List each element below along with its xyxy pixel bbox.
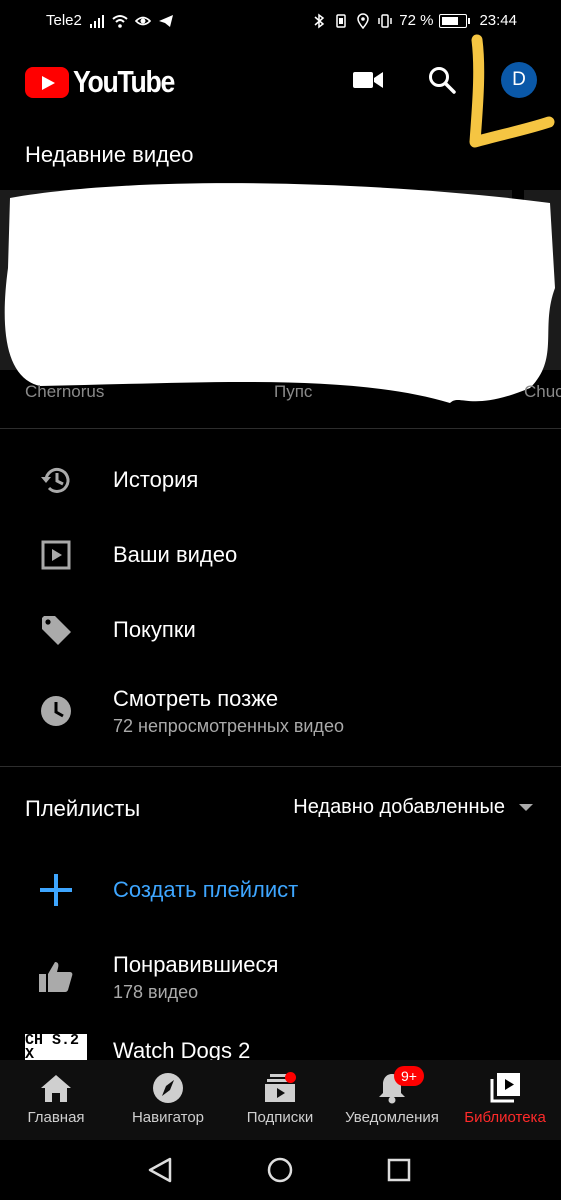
system-navigation-bar (0, 1140, 561, 1200)
nav-library[interactable]: Библиотека (449, 1060, 561, 1140)
menu-item-history[interactable]: История (0, 445, 561, 515)
tag-icon (38, 612, 74, 648)
nav-home[interactable]: Главная (0, 1060, 112, 1140)
menu-label: Смотреть позже (113, 685, 279, 711)
youtube-play-icon (25, 66, 69, 98)
menu-item-purchases[interactable]: Покупки (0, 595, 561, 665)
clock-icon (38, 693, 74, 729)
bell-icon: 9+ (374, 1066, 424, 1104)
playlist-count: 178 видео (113, 981, 199, 1002)
nav-notifications[interactable]: 9+ Уведомления (336, 1060, 448, 1140)
vibrate-mode-icon (378, 13, 392, 28)
create-playlist-label: Создать плейлист (113, 877, 299, 902)
back-triangle-icon (148, 1157, 172, 1183)
home-icon (38, 1072, 74, 1104)
recents-square-icon (387, 1158, 411, 1182)
playlist-sort-dropdown[interactable]: Недавно добавленные (293, 796, 533, 819)
home-system-button[interactable] (264, 1154, 296, 1186)
vibrate-icon (336, 13, 346, 28)
plus-icon (38, 872, 74, 908)
library-icon (487, 1072, 523, 1104)
bottom-navigation: Главная Навигатор Подписки 9+ Уведомлени… (0, 1060, 561, 1140)
nav-explore[interactable]: Навигатор (112, 1060, 224, 1140)
video-camera-icon (353, 72, 383, 88)
recent-channel-name: Chuc (524, 382, 561, 401)
nav-label: Главная (27, 1109, 85, 1126)
playlist-label: Понравившиеся (113, 951, 279, 977)
menu-sublabel: 72 непросмотренных видео (113, 715, 344, 736)
playlists-title: Плейлисты (25, 796, 141, 821)
subscriptions-icon (262, 1072, 298, 1104)
recent-channel-name: Chernorus (25, 382, 105, 401)
recent-channel-name: Пупс (274, 382, 313, 401)
battery-percent: 72 % (399, 12, 434, 29)
clock-time: 23:44 (479, 12, 517, 29)
telegram-icon (158, 14, 173, 27)
menu-label: Ваши видео (113, 542, 238, 567)
menu-label: Покупки (113, 617, 196, 642)
youtube-logo[interactable]: YouTube (25, 64, 191, 100)
playlist-thumbnail-text: CH S.2 X (25, 1034, 80, 1063)
sort-label: Недавно добавленные (293, 796, 505, 818)
history-icon (38, 462, 74, 498)
search-icon (429, 67, 456, 94)
compass-icon (150, 1072, 186, 1104)
location-icon (357, 12, 370, 29)
eye-icon (134, 16, 151, 25)
menu-label: История (113, 467, 199, 492)
create-playlist-button[interactable]: Создать плейлист (0, 855, 561, 925)
notification-badge: 9+ (394, 1066, 424, 1086)
divider (0, 428, 561, 429)
carrier-label: Tele2 (46, 12, 82, 29)
new-content-dot (285, 1072, 296, 1083)
signal-icon (89, 14, 104, 28)
battery-icon (439, 13, 471, 28)
wifi-icon (112, 14, 128, 28)
your-videos-icon (38, 537, 74, 573)
playlist-liked[interactable]: Понравившиеся 178 видео (0, 942, 561, 1012)
recent-videos-strip[interactable]: Chernorus Пупс Chuc (0, 178, 561, 418)
menu-item-your-videos[interactable]: Ваши видео (0, 520, 561, 590)
nav-label: Подписки (246, 1109, 314, 1126)
nav-label: Уведомления (345, 1109, 439, 1126)
annotation-mark (469, 34, 555, 148)
search-button[interactable] (424, 62, 460, 98)
nav-subscriptions[interactable]: Подписки (224, 1060, 336, 1140)
camera-button[interactable] (350, 62, 386, 98)
nav-label: Навигатор (131, 1109, 205, 1126)
thumbs-up-icon (38, 959, 74, 995)
divider (0, 766, 561, 767)
bluetooth-icon (314, 13, 325, 28)
recents-button[interactable] (383, 1154, 415, 1186)
nav-label: Библиотека (464, 1109, 546, 1126)
recent-videos-title: Недавние видео (25, 142, 194, 167)
home-circle-icon (267, 1157, 293, 1183)
youtube-wordmark: YouTube (73, 64, 175, 99)
dropdown-caret-icon (519, 804, 533, 811)
back-button[interactable] (144, 1154, 176, 1186)
menu-item-watch-later[interactable]: Смотреть позже 72 непросмотренных видео (0, 676, 561, 746)
